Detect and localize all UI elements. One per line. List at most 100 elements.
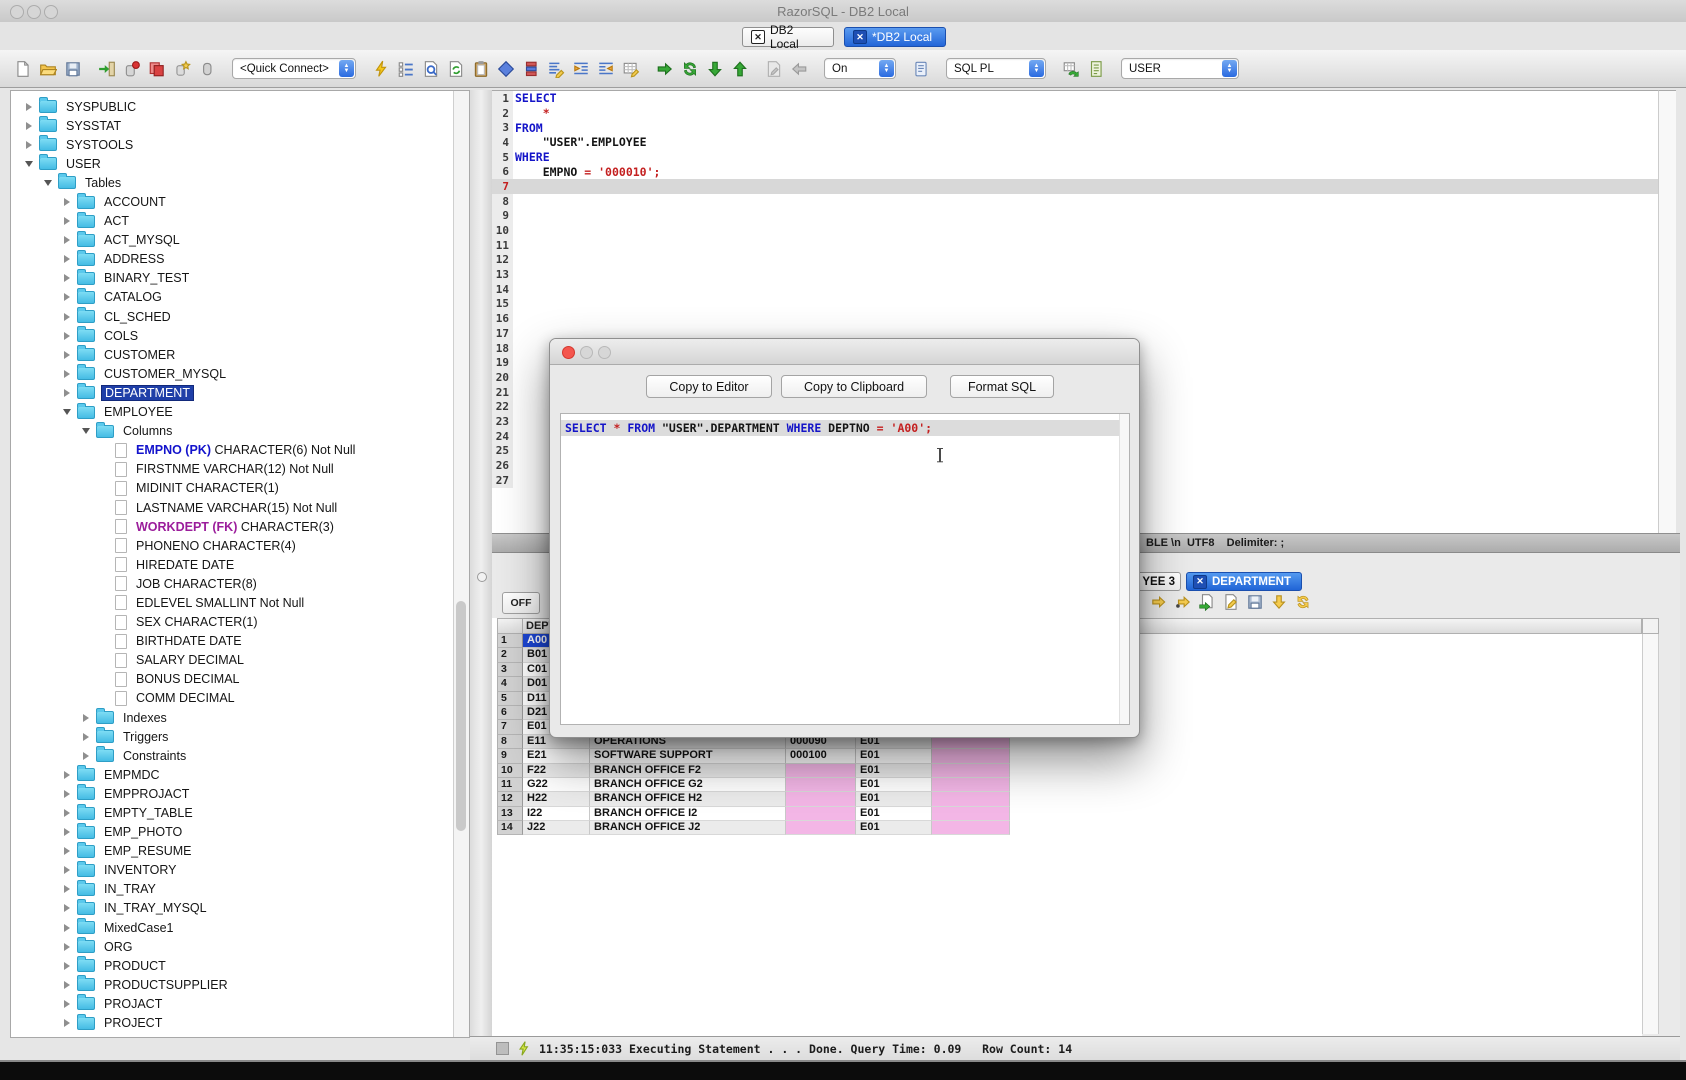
table-cell[interactable]: H22 [523,792,590,806]
editor-line[interactable]: 1SELECT [492,91,1658,106]
table-cell[interactable]: J22 [523,821,590,835]
editor-line[interactable]: 15 [492,297,1658,312]
dropdown-stepper-icon[interactable]: ▲▼ [339,60,354,77]
chevron-right-icon[interactable] [23,141,35,149]
res-down-icon[interactable] [1270,593,1288,611]
editor-line[interactable]: 6 EMPNO = '000010'; [492,164,1658,179]
copy-to-clipboard-button[interactable]: Copy to Clipboard [781,375,927,398]
tree-item[interactable]: WORKDEPT (FK) CHARACTER(3) [11,517,453,536]
table-cell[interactable]: BRANCH OFFICE J2 [590,821,786,835]
table-cell[interactable]: BRANCH OFFICE G2 [590,778,786,792]
table-row[interactable]: 9E21SOFTWARE SUPPORT000100E01 [497,749,1642,763]
table-row[interactable]: 10F22BRANCH OFFICE F2E01 [497,764,1642,778]
tree-item[interactable]: EMPPROJACT [11,784,453,803]
chevron-right-icon[interactable] [61,236,73,244]
indent-icon[interactable] [572,60,590,78]
chevron-right-icon[interactable] [61,313,73,321]
editor-line[interactable]: 10 [492,223,1658,238]
edit-disabled-icon[interactable] [765,60,783,78]
chevron-right-icon[interactable] [61,981,73,989]
tree-item[interactable]: JOB CHARACTER(8) [11,574,453,593]
tree-item[interactable]: ACCOUNT [11,192,453,211]
close-tab-icon[interactable]: ✕ [1193,575,1207,589]
table-cell[interactable]: E01 [856,807,932,821]
editor-line[interactable]: 14 [492,282,1658,297]
row-number[interactable]: 6 [497,706,523,720]
null-cell[interactable] [786,821,856,835]
column-header[interactable] [497,618,523,634]
null-cell[interactable] [786,807,856,821]
tree-item[interactable]: EMPNO (PK) CHARACTER(6) Not Null [11,441,453,460]
chevron-right-icon[interactable] [61,904,73,912]
chevron-right-icon[interactable] [80,733,92,741]
tree-item[interactable]: PROJECT [11,1014,453,1033]
res-next-icon[interactable] [1150,593,1168,611]
chevron-right-icon[interactable] [61,790,73,798]
tree-item[interactable]: EDLEVEL SMALLINT Not Null [11,593,453,612]
tree-item[interactable]: Triggers [11,727,453,746]
res-edit-icon[interactable] [1222,593,1240,611]
null-cell[interactable] [932,764,1010,778]
tree-item[interactable]: MIDINIT CHARACTER(1) [11,479,453,498]
tree-item[interactable]: IN_TRAY_MYSQL [11,899,453,918]
table-row[interactable]: 13I22BRANCH OFFICE I2E01 [497,807,1642,821]
chevron-right-icon[interactable] [61,847,73,855]
chevron-right-icon[interactable] [80,714,92,722]
chevron-right-icon[interactable] [61,351,73,359]
disconnect-icon[interactable] [123,60,141,78]
vertical-splitter[interactable] [470,90,492,1038]
table-row[interactable]: 12H22BRANCH OFFICE H2E01 [497,792,1642,806]
tree-item[interactable]: CUSTOMER_MYSQL [11,364,453,383]
table-cell[interactable]: E01 [856,792,932,806]
sidebar-scrollbar[interactable] [453,91,469,1037]
table-sync-icon[interactable] [1062,60,1080,78]
tree-item[interactable]: EMP_RESUME [11,842,453,861]
editor-scrollbar[interactable] [1658,90,1676,533]
bookmark-icon[interactable] [497,60,515,78]
res-export-icon[interactable] [1198,593,1216,611]
row-number[interactable]: 4 [497,677,523,691]
connection-tab-db2-local[interactable]: ✕ DB2 Local [742,27,834,47]
copy-to-editor-button[interactable]: Copy to Editor [646,375,772,398]
quick-connect-select[interactable]: <Quick Connect>▲▼ [232,58,356,79]
tree-item[interactable]: CUSTOMER [11,345,453,364]
chevron-right-icon[interactable] [23,103,35,111]
tree-item[interactable]: IN_TRAY [11,880,453,899]
table-cell[interactable]: E01 [856,764,932,778]
null-cell[interactable] [932,821,1010,835]
go-up-icon[interactable] [731,60,749,78]
go-down-icon[interactable] [706,60,724,78]
chevron-right-icon[interactable] [61,962,73,970]
tree-item[interactable]: Constraints [11,746,453,765]
chevron-right-icon[interactable] [61,198,73,206]
dialog-zoom-icon[interactable] [598,346,611,359]
tree-item[interactable]: MixedCase1 [11,918,453,937]
editor-line[interactable]: 4 "USER".EMPLOYEE [492,135,1658,150]
connection-tab-db2-local-active[interactable]: ✕ *DB2 Local [844,27,946,47]
tree-item[interactable]: ADDRESS [11,250,453,269]
tree-item[interactable]: Tables [11,173,453,192]
schema-select[interactable]: USER▲▼ [1121,58,1239,79]
limit-select[interactable]: On▲▼ [824,58,896,79]
page-search-icon[interactable] [422,60,440,78]
tree-item[interactable]: FIRSTNME VARCHAR(12) Not Null [11,460,453,479]
tree-item[interactable]: PHONENO CHARACTER(4) [11,536,453,555]
tree-item[interactable]: LASTNAME VARCHAR(15) Not Null [11,498,453,517]
page-paste-icon[interactable] [472,60,490,78]
scrollbar-thumb[interactable] [456,601,466,831]
chevron-right-icon[interactable] [61,332,73,340]
grid-scrollbar[interactable] [1642,634,1659,1034]
new-file-icon[interactable] [14,60,32,78]
null-cell[interactable] [786,764,856,778]
tree-item[interactable]: PRODUCTSUPPLIER [11,975,453,994]
chevron-right-icon[interactable] [61,1019,73,1027]
tree-item[interactable]: ACT_MYSQL [11,231,453,250]
row-number[interactable]: 13 [497,807,523,821]
dialog-textarea-scrollbar[interactable] [1119,414,1129,724]
tree-item[interactable]: SYSSTAT [11,116,453,135]
tree-item[interactable]: INVENTORY [11,861,453,880]
tree-item[interactable]: USER [11,154,453,173]
page-refresh-icon[interactable] [447,60,465,78]
null-cell[interactable] [932,749,1010,763]
tree-item[interactable]: SYSPUBLIC [11,97,453,116]
